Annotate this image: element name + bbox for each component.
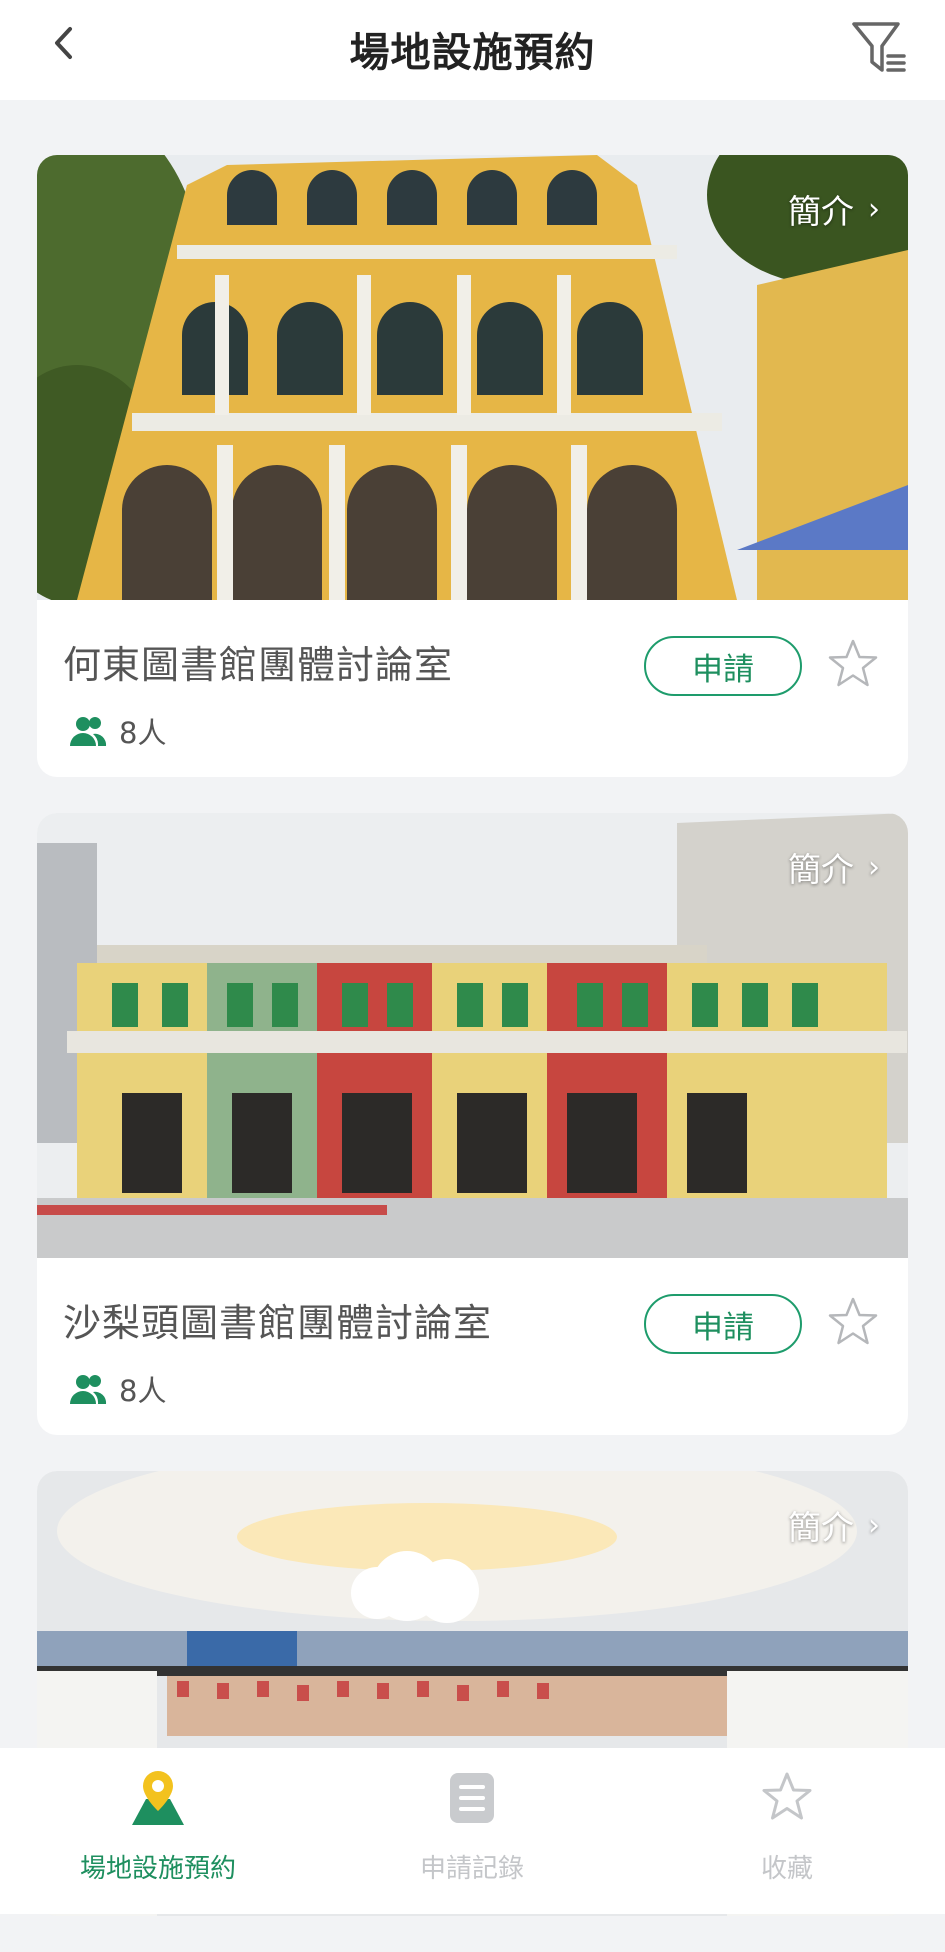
venue-photo: 簡介 ›: [37, 813, 908, 1258]
tab-favorites[interactable]: 收藏: [667, 1766, 907, 1885]
chevron-right-icon: ›: [868, 849, 880, 885]
favorite-button[interactable]: [825, 637, 881, 693]
document-icon: [352, 1766, 592, 1830]
venue-card[interactable]: 簡介 › 沙梨頭圖書館團體討論室 8人 申請: [37, 813, 908, 1435]
star-outline-icon: [828, 639, 878, 687]
venue-name: 沙梨頭圖書館團體討論室: [63, 1301, 493, 1345]
venue-name: 何東圖書館團體討論室: [63, 643, 454, 687]
star-outline-icon: [828, 1297, 878, 1345]
venue-card[interactable]: 簡介 › 何東圖書館團體討論室 8人 申請: [37, 155, 908, 777]
tab-label: 場地設施預約: [79, 1854, 236, 1884]
apply-button[interactable]: 申請: [644, 636, 802, 696]
people-icon: [70, 717, 107, 746]
apply-button[interactable]: 申請: [644, 1294, 802, 1354]
capacity-value: 8人: [119, 1374, 167, 1408]
filter-button[interactable]: [848, 18, 910, 80]
chevron-right-icon: ›: [868, 191, 880, 227]
page-title: 場地設施預約: [349, 30, 596, 76]
location-icon: [38, 1766, 278, 1830]
chevron-right-icon: ›: [868, 1507, 880, 1543]
tab-label: 收藏: [760, 1854, 813, 1884]
intro-link[interactable]: 簡介 ›: [788, 1501, 880, 1549]
tab-venue-booking[interactable]: 場地設施預約: [38, 1766, 278, 1885]
capacity: 8人: [69, 710, 166, 752]
venue-info: 沙梨頭圖書館團體討論室 8人 申請: [37, 1258, 908, 1435]
app-header: 場地設施預約: [0, 0, 945, 100]
venue-photo: 簡介 ›: [37, 155, 908, 600]
intro-label: 簡介: [788, 1508, 854, 1547]
intro-label: 簡介: [788, 850, 854, 889]
bottom-tab-bar: 場地設施預約 申請記錄 收藏: [0, 1748, 945, 1914]
intro-link[interactable]: 簡介 ›: [788, 185, 880, 233]
star-icon: [667, 1766, 907, 1830]
capacity: 8人: [69, 1368, 166, 1410]
filter-icon: [852, 22, 906, 72]
intro-label: 簡介: [788, 192, 854, 231]
venue-info: 何東圖書館團體討論室 8人 申請: [37, 600, 908, 777]
favorite-button[interactable]: [825, 1295, 881, 1351]
intro-link[interactable]: 簡介 ›: [788, 843, 880, 891]
venue-list: 簡介 › 何東圖書館團體討論室 8人 申請 簡介 › 沙梨頭圖書館團體討論室 8…: [37, 155, 908, 1952]
tab-label: 申請記錄: [419, 1854, 524, 1884]
tab-application-records[interactable]: 申請記錄: [352, 1766, 592, 1885]
capacity-value: 8人: [119, 716, 167, 750]
people-icon: [70, 1375, 107, 1404]
